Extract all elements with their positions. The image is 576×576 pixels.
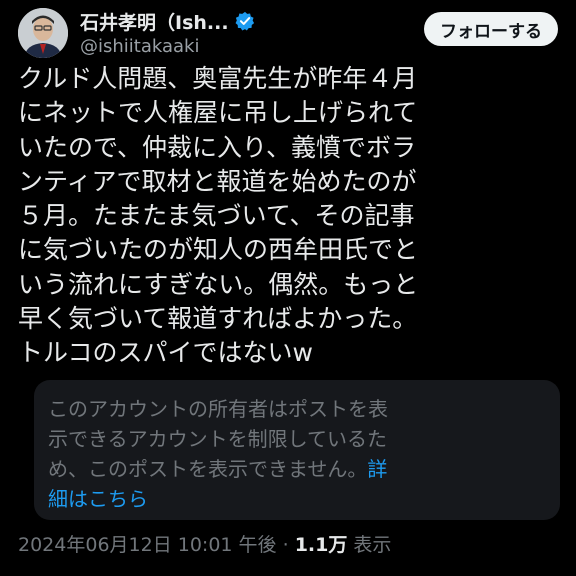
post-text-line: いたので、仲裁に入り、義憤でボラ (18, 132, 417, 162)
verified-badge-icon (235, 11, 254, 31)
views-label: 表示 (353, 534, 392, 556)
views-count: 1.1万 (294, 534, 348, 556)
notice-text: このアカウントの所有者はポストを表 示できるアカウントを制限しているた め、この… (48, 394, 546, 514)
notice-line-text: め、このポストを表示できません。 (48, 457, 368, 481)
follow-button[interactable]: フォローする (424, 12, 558, 46)
meta-separator: · (282, 534, 289, 556)
display-name[interactable]: 石井孝明（Ish... (80, 8, 229, 35)
author-handle[interactable]: @ishiitakaaki (80, 36, 255, 57)
author-info: 石井孝明（Ish... @ishiitakaaki (80, 8, 255, 57)
post-text-line: トルコのスパイではないw (18, 338, 313, 368)
post-text-line: にネットで人権屋に吊し上げられて (18, 98, 418, 128)
learn-more-link[interactable]: 詳 (367, 457, 387, 481)
post-timestamp[interactable]: 2024年06月12日 10:01 午後 (18, 534, 277, 556)
post-text-line: に気づいたのが知人の西牟田氏でと (18, 235, 419, 265)
post-text: クルド人問題、奥富先生が昨年４月 にネットで人権屋に吊し上げられて いたので、仲… (18, 62, 566, 371)
learn-more-link[interactable]: 細はこちら (48, 487, 148, 511)
post-text-line: いう流れにすぎない。偶然。もっと (18, 269, 419, 299)
post-text-line: クルド人問題、奥富先生が昨年４月 (18, 64, 418, 93)
post-meta: 2024年06月12日 10:01 午後 · 1.1万 表示 (18, 530, 391, 557)
post-text-line: ５月。たまたま気づいて、その記事 (18, 201, 415, 231)
notice-line: 細はこちら (48, 484, 546, 514)
notice-line: このアカウントの所有者はポストを表 (48, 397, 388, 421)
post-text-line: 早く気づいて報道すればよかった。 (18, 304, 418, 334)
post-header: 石井孝明（Ish... @ishiitakaaki フォローする (18, 8, 558, 60)
notice-line: 示できるアカウントを制限しているた (48, 427, 387, 451)
notice-line: め、このポストを表示できません。詳 (48, 454, 546, 484)
avatar[interactable] (18, 8, 68, 58)
post-text-line: ンティアで取材と報道を始めたのが (18, 166, 417, 196)
unavailable-quote-notice: このアカウントの所有者はポストを表 示できるアカウントを制限しているた め、この… (34, 380, 560, 520)
